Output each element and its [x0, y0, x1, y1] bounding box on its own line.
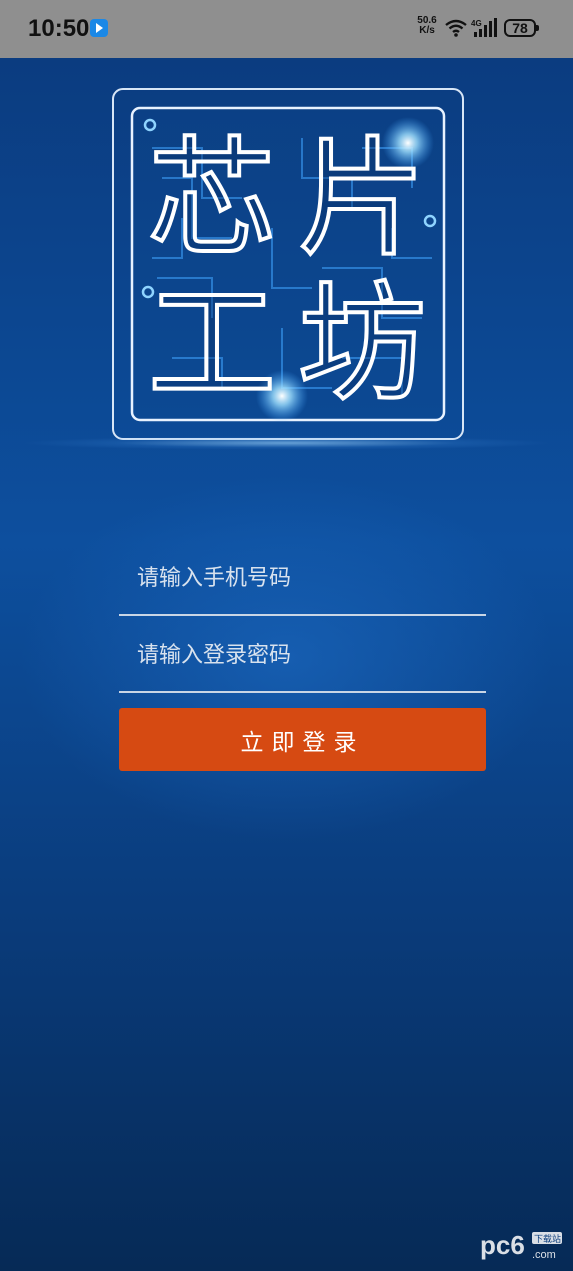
app-logo: 芯 片 工 坊 — [112, 88, 464, 440]
cellular-signal-icon: 4G — [471, 18, 497, 37]
logo-char-3: 工 — [148, 270, 276, 419]
login-screen: 芯 片 工 坊 立即登录 — [0, 58, 573, 1271]
logo-char-1: 芯 — [148, 125, 276, 274]
phone-input[interactable] — [135, 560, 479, 596]
network-speed-unit: K/s — [419, 25, 435, 36]
phone-field — [119, 538, 486, 616]
wifi-icon — [445, 19, 467, 37]
notification-app-icon — [90, 19, 108, 37]
password-field — [119, 615, 486, 693]
network-type-label: 4G — [471, 19, 482, 28]
network-speed: 50.6 K/s — [414, 16, 440, 36]
status-time: 10:50 — [28, 15, 90, 42]
status-bar: 10:50 50.6 K/s 4G 78 — [0, 0, 573, 58]
svg-text:.com: .com — [532, 1249, 556, 1261]
battery-icon: 78 — [504, 19, 539, 37]
login-button[interactable]: 立即登录 — [119, 708, 486, 771]
password-input[interactable] — [135, 637, 479, 673]
svg-text:pc6: pc6 — [480, 1230, 525, 1260]
logo-glow-divider — [20, 436, 553, 450]
logo-char-2: 片 — [298, 125, 426, 274]
battery-level: 78 — [512, 20, 528, 36]
svg-text:下载站: 下载站 — [534, 1233, 561, 1245]
pc6-watermark-logo: pc6 下载站 .com — [480, 1230, 562, 1261]
logo-char-4: 坊 — [298, 270, 426, 419]
